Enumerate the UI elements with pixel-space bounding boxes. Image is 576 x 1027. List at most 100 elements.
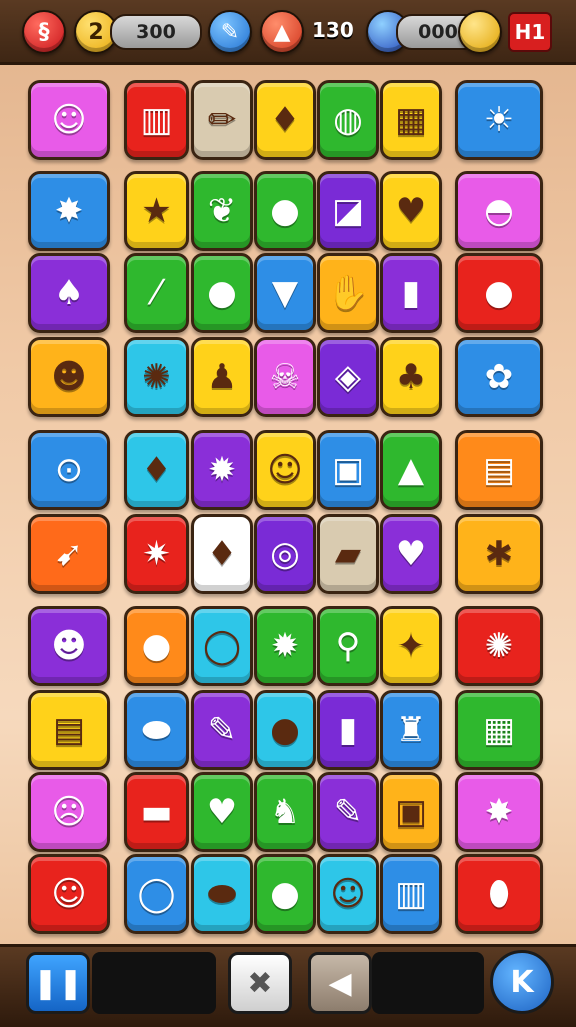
pause-button[interactable]: ❚❚	[26, 952, 90, 1014]
tile-bomb[interactable]: ●	[254, 690, 316, 770]
tile-paper[interactable]: ◪	[317, 171, 379, 251]
tile-purple-leaf[interactable]: ◈	[317, 337, 379, 417]
face-bush-icon: ☺	[51, 100, 87, 140]
tile-bottle-pop[interactable]: ▲	[380, 430, 442, 510]
tile-green-apple[interactable]: ●	[124, 606, 189, 686]
robot-rocket-icon: ♞	[269, 792, 301, 832]
crab-icon: ✱	[484, 534, 514, 574]
popsicle-icon: ♦	[269, 100, 301, 140]
frog-icon: ❦	[207, 191, 237, 231]
tile-thumbs-up[interactable]: ✋	[317, 253, 379, 333]
tile-green-bin[interactable]: ▥	[380, 854, 442, 934]
back-arrow-icon: ◀	[328, 965, 352, 1001]
bottle-pop-icon: ▲	[397, 450, 425, 490]
tile-glue[interactable]: ✎	[317, 772, 379, 852]
tile-red-bird[interactable]: ♠	[28, 253, 110, 333]
tile-clipboard[interactable]: ▤	[455, 430, 543, 510]
tile-face-bush[interactable]: ☺	[28, 80, 110, 160]
tile-chick[interactable]: ●	[254, 171, 316, 251]
tile-orange-bottle[interactable]: ▮	[317, 690, 379, 770]
tile-spiky-fruit[interactable]: ✸	[28, 171, 110, 251]
film-strip-icon: ▦	[482, 710, 516, 750]
chili-icon: ♦	[206, 534, 238, 574]
tile-gold-star[interactable]: ✸	[455, 772, 543, 852]
tile-eraser[interactable]: ▬	[124, 772, 189, 852]
tile-chili[interactable]: ♦	[191, 514, 253, 594]
tile-pink-creature[interactable]: ♟	[191, 337, 253, 417]
tile-red-monster[interactable]: ✹	[254, 606, 316, 686]
tile-carrot-2[interactable]: ⬬	[191, 854, 253, 934]
tile-ring[interactable]: ◯	[124, 854, 189, 934]
tile-cat-face[interactable]: ☻	[28, 606, 110, 686]
tile-spiky-ball[interactable]: ✺	[124, 337, 189, 417]
tile-location-pin[interactable]: ⚲	[317, 606, 379, 686]
tile-fox-head[interactable]: ☻	[28, 337, 110, 417]
tile-heart[interactable]: ♥	[380, 171, 442, 251]
tile-bottle[interactable]: ▮	[380, 253, 442, 333]
tile-lollipop[interactable]: ⊙	[28, 430, 110, 510]
shuffle-icon: ✖	[247, 965, 273, 1001]
tile-star[interactable]: ★	[124, 171, 189, 251]
tile-green-heart[interactable]: ♥	[191, 772, 253, 852]
tile-cash-register[interactable]: ▣	[380, 772, 442, 852]
tile-crayon[interactable]: ⁄	[124, 253, 189, 333]
tile-pink-heart[interactable]: ♥	[380, 514, 442, 594]
tile-rocket[interactable]: ➹	[28, 514, 110, 594]
sun-icon: ☀	[483, 100, 515, 140]
tile-juice-box[interactable]: ▦	[380, 80, 442, 160]
tile-red-sun[interactable]: ✺	[455, 606, 543, 686]
time-value: 130	[312, 18, 354, 42]
tile-frog[interactable]: ❦	[191, 171, 253, 251]
star-icon: ★	[141, 191, 172, 231]
tile-vase[interactable]: ♜	[380, 690, 442, 770]
tile-snail[interactable]: ✿	[455, 337, 543, 417]
tile-eraser-pen[interactable]: ▰	[317, 514, 379, 594]
tile-robot-rocket[interactable]: ♞	[254, 772, 316, 852]
tile-donut[interactable]: ◎	[254, 514, 316, 594]
tile-mushroom[interactable]: ♣	[380, 337, 442, 417]
wrench-icon[interactable]: ✎	[208, 10, 252, 54]
tile-red-face[interactable]: ☹	[28, 772, 110, 852]
heart-icon: ♥	[395, 191, 427, 231]
tile-sun[interactable]: ☀	[455, 80, 543, 160]
tile-pea-creature[interactable]: ☺	[317, 854, 379, 934]
tile-red-blob[interactable]: ●	[455, 253, 543, 333]
shuffle-button[interactable]: ✖	[228, 952, 292, 1014]
tile-starburst[interactable]: ✷	[124, 514, 189, 594]
red-badge-icon[interactable]: §	[22, 10, 66, 54]
tile-sun-creature[interactable]: ✹	[191, 430, 253, 510]
tile-carrot[interactable]: ⬬	[124, 690, 189, 770]
score-value: 300	[136, 21, 176, 43]
tile-strawberry-man[interactable]: ♦	[124, 430, 189, 510]
tile-popsicle[interactable]: ♦	[254, 80, 316, 160]
hint-button[interactable]: K	[490, 950, 554, 1014]
tile-camera[interactable]: ▣	[317, 430, 379, 510]
tile-pencil[interactable]: ✏	[191, 80, 253, 160]
paper-icon: ◪	[331, 191, 365, 231]
spiky-ball-icon: ✺	[142, 357, 171, 397]
tile-bean[interactable]: ⬮	[455, 854, 543, 934]
tile-lamb[interactable]: ☺	[28, 854, 110, 934]
chick-icon: ●	[270, 191, 300, 231]
tile-skull-face[interactable]: ☠	[254, 337, 316, 417]
undo-button[interactable]: ◀	[308, 952, 372, 1014]
tile-film-strip[interactable]: ▦	[455, 690, 543, 770]
red-badge-glyph: §	[38, 19, 50, 45]
gems-value: 000	[418, 21, 458, 43]
bottle-icon: ▮	[401, 273, 421, 313]
mushroom-icon: ♣	[395, 357, 427, 397]
tile-window[interactable]: ▥	[124, 80, 189, 160]
tile-tomato[interactable]: ●	[254, 854, 316, 934]
carrot-2-icon: ⬬	[207, 874, 237, 914]
tile-crab[interactable]: ✱	[455, 514, 543, 594]
tile-crayon-2[interactable]: ✎	[191, 690, 253, 770]
tile-leaf-star[interactable]: ✦	[380, 606, 442, 686]
pumpkin-icon: ●	[207, 273, 237, 313]
tile-disco-ball[interactable]: ◍	[317, 80, 379, 160]
tile-fox-face[interactable]: ▼	[254, 253, 316, 333]
tile-pumpkin[interactable]: ●	[191, 253, 253, 333]
tile-ufo-lips[interactable]: ◓	[455, 171, 543, 251]
tile-dog-face[interactable]: ☺	[254, 430, 316, 510]
tile-purple-balloon[interactable]: ◯	[191, 606, 253, 686]
tile-book[interactable]: ▤	[28, 690, 110, 770]
